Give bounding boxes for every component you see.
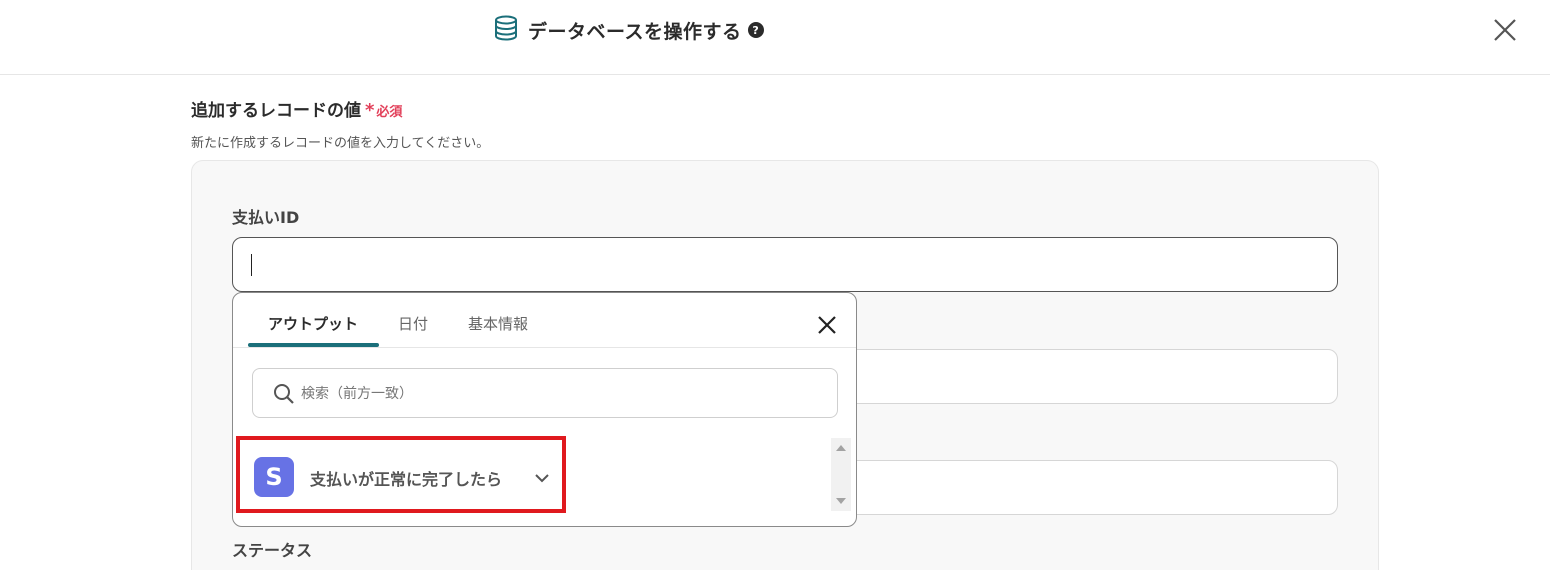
- list-scrollbar[interactable]: [831, 438, 851, 511]
- close-icon: [1494, 19, 1516, 41]
- scroll-down-arrow-icon[interactable]: [836, 498, 846, 504]
- required-star: *: [365, 100, 375, 121]
- payment-id-label: 支払いID: [232, 208, 300, 227]
- modal-header: データベースを操作する ?: [0, 0, 1550, 75]
- close-icon: [818, 316, 836, 334]
- section-title: 追加するレコードの値: [191, 101, 361, 121]
- close-modal-button[interactable]: [1490, 15, 1520, 45]
- trigger-output-item[interactable]: S 支払いが正常に完了したら: [236, 436, 566, 513]
- record-field-input-3[interactable]: [820, 460, 1338, 515]
- search-icon: [273, 383, 295, 405]
- close-picker-button[interactable]: [815, 313, 839, 337]
- record-field-input-2[interactable]: [820, 349, 1338, 404]
- stripe-logo-icon: S: [254, 457, 294, 497]
- chevron-down-icon[interactable]: [534, 470, 550, 486]
- status-label: ステータス: [232, 541, 313, 560]
- payment-id-input[interactable]: [232, 237, 1338, 292]
- search-box: [252, 368, 838, 418]
- active-tab-indicator: [248, 343, 379, 347]
- database-icon: [494, 15, 518, 45]
- tab-date[interactable]: 日付: [398, 313, 428, 334]
- tab-basic-info[interactable]: 基本情報: [468, 313, 528, 334]
- section-heading: 追加するレコードの値 * 必須: [191, 96, 402, 121]
- tab-output[interactable]: アウトプット: [268, 313, 358, 334]
- help-icon[interactable]: ?: [747, 22, 764, 38]
- page-title: データベースを操作する: [528, 20, 742, 43]
- search-input[interactable]: [301, 381, 801, 407]
- scroll-up-arrow-icon[interactable]: [836, 445, 846, 451]
- trigger-output-label: 支払いが正常に完了したら: [310, 470, 503, 489]
- section-description: 新たに作成するレコードの値を入力してください。: [191, 136, 490, 151]
- picker-tabs: アウトプット 日付 基本情報: [233, 293, 856, 348]
- required-badge: 必須: [376, 105, 403, 120]
- text-caret: [251, 254, 252, 276]
- header-title-group: データベースを操作する ?: [494, 15, 764, 45]
- output-picker-dropdown: アウトプット 日付 基本情報 S 支払いが正常に完了したら: [232, 292, 857, 527]
